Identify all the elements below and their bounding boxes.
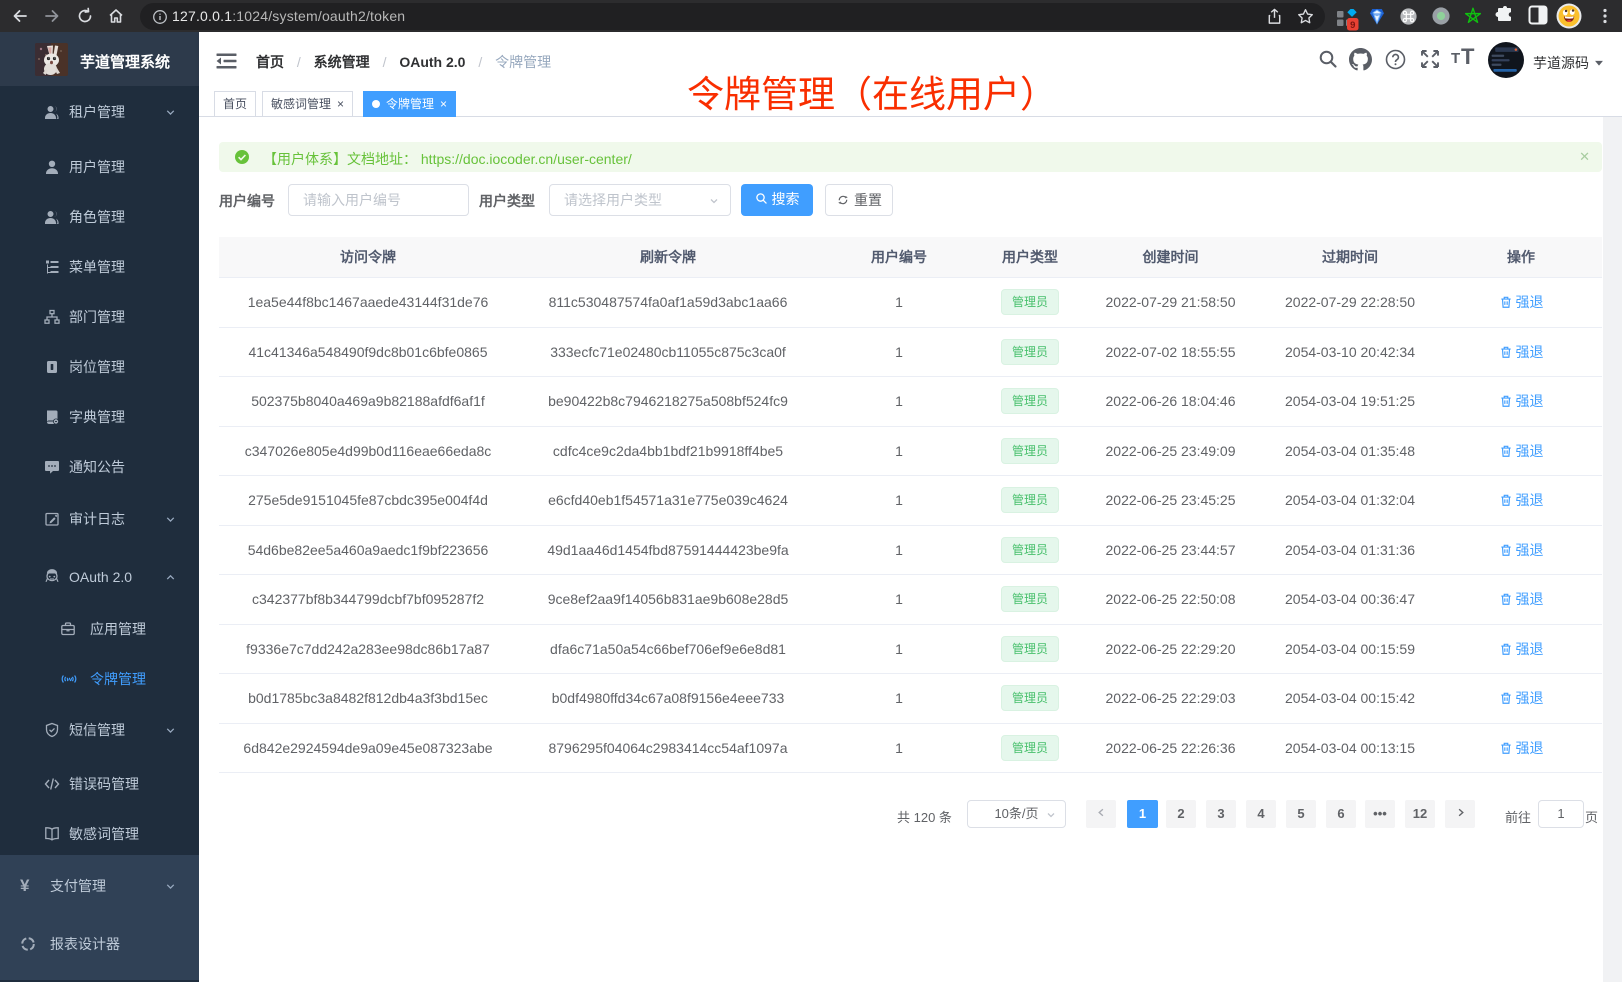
svg-text:9: 9 bbox=[1350, 20, 1355, 31]
